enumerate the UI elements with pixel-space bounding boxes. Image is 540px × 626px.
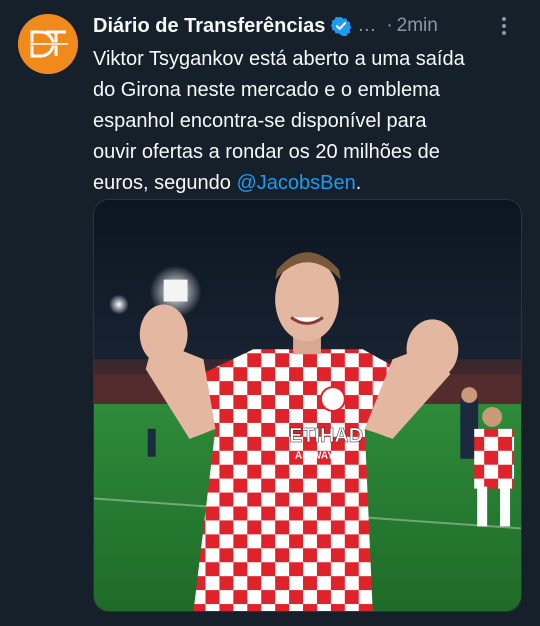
tweet-text-line: Viktor Tsygankov está aberto a uma saída [93,48,465,70]
verified-badge-icon [331,16,352,36]
author-handle[interactable]: … [357,15,376,37]
tweet-text-line: do Girona neste mercado e o emblema [93,79,440,101]
tweet-header: Diário de Transferências … · 2min [93,12,523,40]
jersey-sponsor: ETIHAD [289,425,363,447]
header-separator: · [386,15,393,36]
mention-link[interactable]: @JacobsBen [236,172,355,194]
tweet-text-line: ouvir ofertas a rondar os 20 milhões de [93,141,440,163]
footballer-celebrating-photo: ETIHAD AIRWAYS [94,200,521,611]
dt-logo-icon [18,14,78,74]
jersey-sponsor-sub: AIRWAYS [295,451,341,462]
more-options-icon[interactable] [493,14,515,38]
tweet-text-suffix: . [355,172,362,194]
tweet-text-prefix: euros, segundo [93,172,237,194]
tweet-timestamp[interactable]: 2min [397,15,438,37]
tweet-text-line: espanhol encontra-se disponível para [93,110,427,132]
tweet-text-line-last: euros, segundo @JacobsBen. [93,168,525,199]
author-avatar[interactable] [18,14,78,74]
author-display-name[interactable]: Diário de Transferências [93,15,325,38]
tweet-body: Viktor Tsygankov está aberto a uma saída… [93,44,525,199]
tweet-media-photo[interactable]: ETIHAD AIRWAYS [93,199,522,612]
tweet-card[interactable]: Diário de Transferências … · 2min Viktor… [0,0,540,626]
